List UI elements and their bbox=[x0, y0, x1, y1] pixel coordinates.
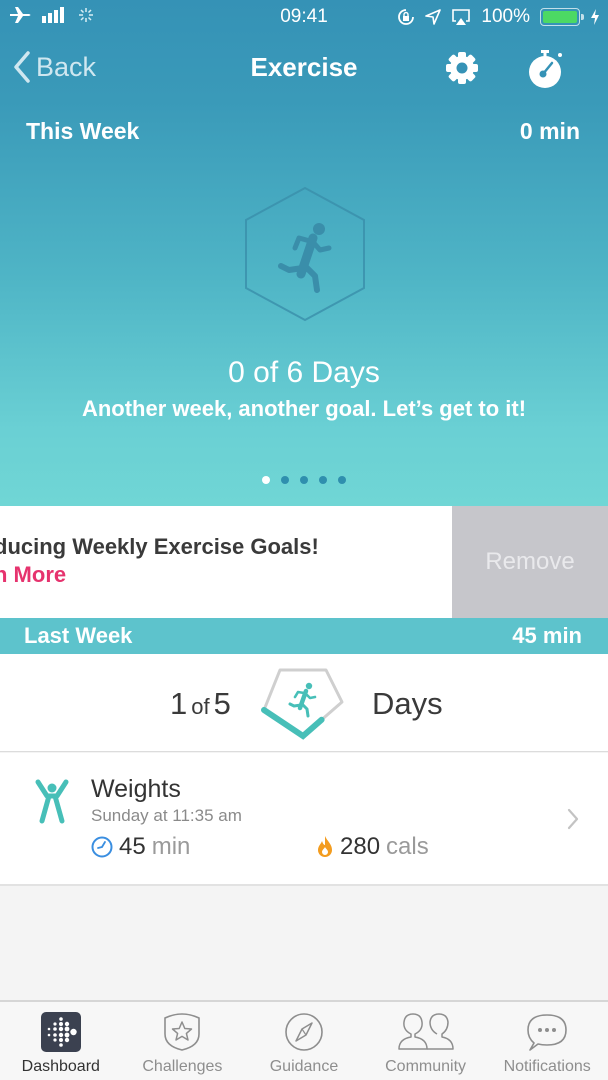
community-icon bbox=[397, 1013, 454, 1050]
this-week-hero: 09:41 100% Back Exercise This Week 0 min… bbox=[0, 0, 608, 506]
status-bar: 09:41 100% bbox=[0, 0, 608, 34]
page-dot-3[interactable] bbox=[300, 476, 308, 484]
this-week-row: This Week 0 min bbox=[26, 118, 580, 145]
chevron-right-icon bbox=[566, 807, 580, 836]
compass-icon bbox=[285, 1013, 323, 1051]
learn-more-link[interactable]: n More bbox=[0, 562, 319, 588]
remove-button[interactable]: Remove bbox=[452, 506, 608, 618]
last-week-summary[interactable]: 1 of 5 Days bbox=[0, 654, 608, 752]
progress-arc bbox=[261, 707, 325, 740]
this-week-total: 0 min bbox=[519, 118, 580, 144]
dashboard-icon bbox=[40, 1012, 81, 1052]
clock-icon bbox=[91, 836, 113, 858]
of-label: of bbox=[191, 694, 210, 719]
tab-dashboard[interactable]: Dashboard bbox=[0, 1002, 122, 1080]
location-icon bbox=[425, 9, 442, 25]
runner-icon bbox=[278, 223, 332, 293]
page-indicator[interactable] bbox=[0, 476, 608, 484]
charging-icon bbox=[591, 9, 599, 25]
promo-title: ducing Weekly Exercise Goals! bbox=[0, 534, 319, 559]
this-week-label: This Week bbox=[26, 118, 140, 144]
tab-label: Community bbox=[385, 1058, 467, 1075]
last-week-count: 1 of 5 bbox=[170, 686, 231, 722]
nav-bar: Back Exercise bbox=[0, 40, 608, 96]
stopwatch-icon bbox=[529, 50, 562, 88]
airplay-icon bbox=[452, 9, 471, 25]
motivation-message: Another week, another goal. Let’s get to… bbox=[81, 396, 527, 421]
duration-unit: min bbox=[151, 833, 191, 860]
battery-icon bbox=[540, 8, 584, 26]
tab-notifications[interactable]: Notifications bbox=[486, 1002, 608, 1080]
chat-bubble-icon bbox=[527, 1014, 567, 1051]
tab-label: Notifications bbox=[503, 1058, 591, 1075]
timer-button[interactable] bbox=[526, 48, 566, 95]
settings-button[interactable] bbox=[444, 50, 480, 91]
page-dot-1[interactable] bbox=[262, 476, 270, 484]
activity-name: Weights bbox=[91, 775, 181, 803]
page-dot-4[interactable] bbox=[319, 476, 327, 484]
days-completed: 1 bbox=[170, 686, 188, 721]
tab-label: Dashboard bbox=[21, 1058, 100, 1075]
gear-icon bbox=[446, 52, 478, 84]
last-week-badge bbox=[258, 666, 348, 747]
last-week-total: 45 min bbox=[512, 623, 582, 648]
battery-percent: 100% bbox=[481, 6, 530, 27]
activity-time: Sunday at 11:35 am bbox=[91, 806, 242, 825]
exercise-goal-badge bbox=[243, 186, 367, 327]
tab-label: Challenges bbox=[142, 1058, 223, 1075]
this-week-days: 0 of 6 Days bbox=[228, 356, 380, 389]
activity-duration: 45 min bbox=[91, 833, 190, 861]
tab-community[interactable]: Community bbox=[365, 1002, 487, 1080]
tab-bar: Dashboard Challenges Guidance Community … bbox=[0, 1000, 608, 1080]
page-dot-2[interactable] bbox=[281, 476, 289, 484]
calories-value: 280 bbox=[340, 833, 381, 860]
page-dot-5[interactable] bbox=[338, 476, 346, 484]
runner-icon bbox=[288, 682, 317, 718]
last-week-label: Last Week bbox=[24, 623, 133, 648]
challenges-icon bbox=[164, 1013, 201, 1051]
calories-unit: cals bbox=[386, 833, 429, 860]
days-goal: 5 bbox=[213, 686, 231, 721]
tab-label: Guidance bbox=[269, 1058, 339, 1075]
tab-guidance[interactable]: Guidance bbox=[243, 1002, 365, 1080]
duration-value: 45 bbox=[119, 833, 146, 860]
tab-challenges[interactable]: Challenges bbox=[122, 1002, 244, 1080]
page-title: Exercise bbox=[250, 52, 358, 82]
rotation-lock-icon bbox=[398, 9, 415, 25]
days-label: Days bbox=[372, 686, 443, 721]
flame-icon bbox=[318, 836, 332, 857]
activity-calories: 280 cals bbox=[316, 833, 429, 861]
activity-row[interactable]: Weights Sunday at 11:35 am 45 min 280 ca… bbox=[0, 753, 608, 886]
last-week-header: Last Week 45 min bbox=[0, 618, 608, 654]
weights-icon bbox=[34, 779, 70, 830]
promo-card[interactable]: ducing Weekly Exercise Goals! n More Rem… bbox=[0, 506, 608, 618]
